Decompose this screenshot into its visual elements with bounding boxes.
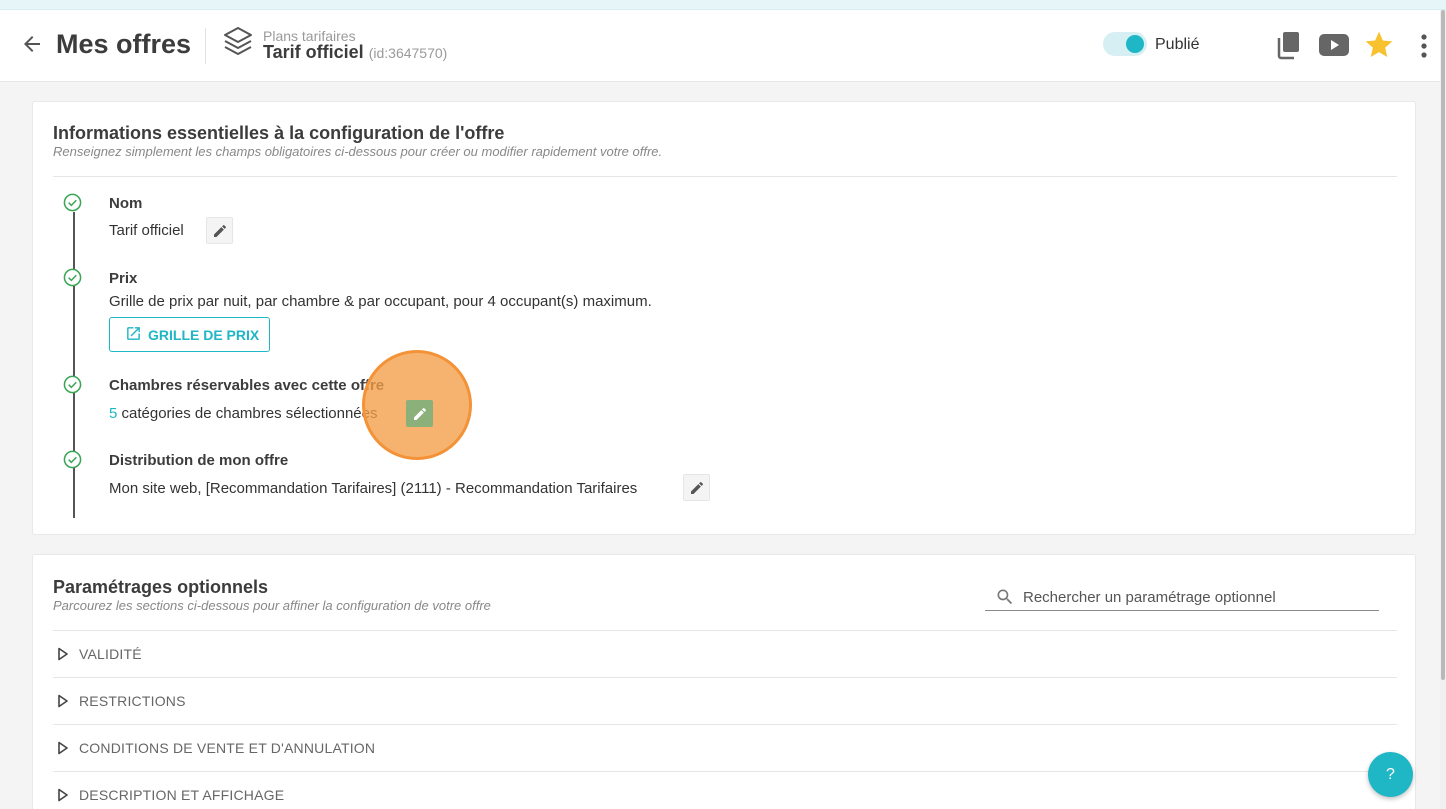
section-restrictions[interactable]: RESTRICTIONS (53, 678, 1397, 725)
toggle-knob (1126, 35, 1144, 53)
section-conditions[interactable]: CONDITIONS DE VENTE ET D'ANNULATION (53, 725, 1397, 772)
search-icon (997, 589, 1013, 605)
section-validite[interactable]: VALIDITÉ (53, 631, 1397, 678)
section-label: DESCRIPTION ET AFFICHAGE (79, 787, 285, 803)
layers-icon (222, 24, 254, 64)
triangle-right-icon (58, 788, 68, 802)
divider (53, 176, 1397, 177)
scrollbar-thumb[interactable] (1441, 10, 1445, 680)
triangle-right-icon (58, 647, 68, 661)
check-circle-icon (63, 450, 82, 469)
optional-search (985, 583, 1379, 611)
page-title: Mes offres (56, 29, 192, 59)
optional-subtitle: Parcourez les sections ci-dessous pour a… (53, 598, 491, 613)
offer-name: Tarif officiel (263, 42, 364, 62)
top-strip (0, 0, 1446, 10)
triangle-right-icon (58, 741, 68, 755)
pencil-icon (213, 224, 226, 237)
step-text-prix: Grille de prix par nuit, par chambre & p… (109, 293, 652, 310)
room-count-text: catégories de chambres sélectionnées (117, 405, 378, 422)
breadcrumb-offer: Tarif officiel (id:3647570) (263, 42, 447, 63)
help-button[interactable]: ? (1368, 752, 1413, 797)
essentials-subtitle: Renseignez simplement les champs obligat… (53, 144, 663, 159)
edit-distribution-button[interactable] (683, 474, 710, 501)
price-grid-label: GRILLE DE PRIX (148, 327, 260, 343)
edit-name-button[interactable] (206, 217, 233, 244)
check-circle-icon (63, 268, 82, 287)
pencil-icon (690, 481, 703, 494)
section-label: RESTRICTIONS (79, 693, 186, 709)
check-circle-icon (63, 375, 82, 394)
optional-card: Paramétrages optionnels Parcourez les se… (32, 554, 1416, 809)
triangle-right-icon (58, 694, 68, 708)
edit-rooms-button[interactable] (406, 400, 433, 427)
page-header: Mes offres Plans tarifaires Tarif offici… (0, 10, 1440, 82)
step-text-chambres: 5 catégories de chambres sélectionnées (109, 405, 378, 422)
back-arrow-icon[interactable] (20, 32, 44, 56)
more-vertical-icon[interactable] (1418, 32, 1430, 65)
check-circle-icon (63, 193, 82, 212)
step-label-prix: Prix (109, 270, 138, 287)
section-label: CONDITIONS DE VENTE ET D'ANNULATION (79, 740, 376, 756)
publish-toggle[interactable] (1103, 32, 1147, 56)
timeline-line (73, 212, 75, 518)
price-grid-button[interactable]: GRILLE DE PRIX (109, 317, 270, 352)
section-label: VALIDITÉ (79, 646, 142, 662)
offer-id: (id:3647570) (368, 45, 448, 61)
optional-search-input[interactable] (1023, 585, 1373, 609)
step-label-distribution: Distribution de mon offre (109, 452, 289, 469)
step-label-nom: Nom (109, 195, 143, 212)
star-icon[interactable] (1363, 29, 1395, 66)
section-description[interactable]: DESCRIPTION ET AFFICHAGE (53, 772, 1397, 809)
youtube-icon[interactable] (1319, 34, 1349, 61)
header-divider (205, 28, 206, 64)
publish-label: Publié (1155, 36, 1200, 53)
step-text-distribution: Mon site web, [Recommandation Tarifaires… (109, 480, 638, 497)
optional-title: Paramétrages optionnels (53, 577, 269, 597)
copy-icon[interactable] (1276, 30, 1302, 65)
step-text-nom: Tarif officiel (109, 222, 184, 239)
essentials-card: Informations essentielles à la configura… (32, 101, 1416, 535)
essentials-title: Informations essentielles à la configura… (53, 123, 505, 143)
step-label-chambres: Chambres réservables avec cette offre (109, 377, 385, 394)
external-link-icon (127, 327, 140, 340)
pencil-icon (413, 407, 426, 420)
